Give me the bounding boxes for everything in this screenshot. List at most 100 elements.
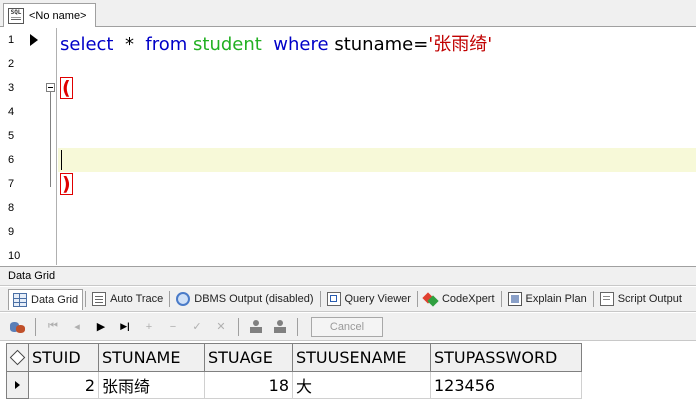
grid-corner-icon bbox=[9, 349, 26, 366]
last-record-button[interactable]: ▶| bbox=[115, 317, 135, 337]
pin-icon bbox=[249, 319, 263, 334]
editor-line-9: 9 bbox=[0, 220, 696, 244]
tab-dbms-output[interactable]: DBMS Output (disabled) bbox=[172, 289, 317, 310]
column-header-stuusename[interactable]: STUUSENAME bbox=[292, 343, 431, 372]
tab-label: Explain Plan bbox=[525, 293, 587, 305]
text-caret bbox=[61, 150, 62, 170]
document-tab-label: <No name> bbox=[29, 9, 87, 22]
prior-record-button[interactable]: ◂ bbox=[67, 317, 87, 337]
toolbar-divider bbox=[35, 317, 36, 336]
editor-line-10: 10 bbox=[0, 244, 696, 265]
insert-icon: + bbox=[145, 320, 153, 333]
delete-record-button[interactable]: − bbox=[163, 317, 183, 337]
connection-button[interactable] bbox=[8, 317, 28, 337]
tab-label: DBMS Output (disabled) bbox=[194, 293, 314, 305]
tab-divider bbox=[85, 291, 87, 307]
editor-line-8: 8 bbox=[0, 196, 696, 220]
grid-corner[interactable] bbox=[6, 343, 29, 372]
line-number: 9 bbox=[8, 226, 15, 238]
tab-divider bbox=[169, 291, 171, 307]
codexpert-icon bbox=[424, 292, 438, 306]
pin-icon bbox=[273, 319, 287, 334]
cell-stupassword[interactable]: 123456 bbox=[430, 371, 582, 399]
column-header-stuage[interactable]: STUAGE bbox=[204, 343, 293, 372]
tab-divider bbox=[592, 291, 594, 307]
editor-line-3: 3 ( bbox=[0, 76, 696, 100]
editor-line-2: 2 bbox=[0, 52, 696, 76]
editor-line-1: 1 select * from student where stuname='张… bbox=[0, 28, 696, 55]
execution-arrow-icon bbox=[30, 34, 38, 46]
explain-plan-icon bbox=[507, 292, 522, 306]
open-paren-highlight: ( bbox=[60, 77, 73, 99]
delete-icon: − bbox=[169, 320, 177, 333]
pin-button[interactable] bbox=[246, 317, 266, 337]
grid-toolbar: ⏮ ◂ ▶ ▶| + − ✓ ✕ Cancel bbox=[0, 313, 696, 341]
line-number: 3 bbox=[8, 82, 15, 94]
checkmark-icon: ✓ bbox=[192, 321, 202, 333]
cell-stuusename[interactable]: 大 bbox=[292, 371, 431, 399]
cell-stuage[interactable]: 18 bbox=[204, 371, 293, 399]
prior-record-icon: ◂ bbox=[74, 321, 80, 333]
line-number: 6 bbox=[8, 154, 15, 166]
editor-line-4: 4 bbox=[0, 100, 696, 124]
script-output-icon bbox=[599, 292, 614, 306]
tab-divider bbox=[416, 291, 418, 307]
tab-auto-trace[interactable]: Auto Trace bbox=[88, 289, 167, 310]
table-row[interactable]: 2 张雨绮 18 大 123456 bbox=[6, 371, 582, 399]
grid-header-row: STUID STUNAME STUAGE STUUSENAME STUPASSW… bbox=[6, 343, 582, 372]
toolbar-divider bbox=[297, 317, 298, 336]
tab-codexpert[interactable]: CodeXpert bbox=[420, 289, 499, 310]
editor-line-7: 7 ) bbox=[0, 172, 696, 196]
tab-query-viewer[interactable]: Query Viewer bbox=[323, 289, 415, 310]
current-row-arrow-icon bbox=[15, 381, 20, 389]
tab-label: Script Output bbox=[617, 293, 682, 305]
result-grid-area: STUID STUNAME STUAGE STUUSENAME STUPASSW… bbox=[0, 342, 696, 420]
row-indicator[interactable] bbox=[6, 371, 29, 399]
column-header-stuid[interactable]: STUID bbox=[28, 343, 99, 372]
unpin-button[interactable] bbox=[270, 317, 290, 337]
data-grid-icon bbox=[13, 292, 27, 307]
editor-line-6: 6 bbox=[0, 148, 696, 172]
close-icon: ✕ bbox=[216, 321, 226, 333]
next-record-button[interactable]: ▶ bbox=[91, 317, 111, 337]
connection-icon bbox=[9, 320, 27, 334]
cancel-edit-button[interactable]: ✕ bbox=[211, 317, 231, 337]
line-number: 2 bbox=[8, 58, 15, 70]
last-record-icon: ▶| bbox=[120, 321, 130, 331]
cancel-button[interactable]: Cancel bbox=[311, 316, 383, 337]
line-number: 4 bbox=[8, 106, 15, 118]
insert-record-button[interactable]: + bbox=[139, 317, 159, 337]
first-record-button[interactable]: ⏮ bbox=[43, 317, 63, 337]
tab-divider bbox=[319, 291, 321, 307]
document-tab[interactable]: SQL <No name> bbox=[3, 3, 96, 27]
cell-stuname[interactable]: 张雨绮 bbox=[98, 371, 205, 399]
line-number: 1 bbox=[8, 34, 15, 46]
first-record-icon: ⏮ bbox=[48, 320, 58, 332]
dbms-output-icon bbox=[176, 292, 191, 306]
result-tabs: Data Grid Auto Trace DBMS Output (disabl… bbox=[0, 287, 696, 312]
play-icon: ▶ bbox=[96, 321, 106, 333]
fold-collapse-icon[interactable] bbox=[46, 83, 55, 92]
line-number: 5 bbox=[8, 130, 15, 142]
column-header-stupassword[interactable]: STUPASSWORD bbox=[430, 343, 582, 372]
query-viewer-icon bbox=[326, 292, 341, 306]
tab-explain-plan[interactable]: Explain Plan bbox=[504, 289, 591, 310]
tab-label: CodeXpert bbox=[441, 293, 495, 305]
line-number: 10 bbox=[8, 250, 21, 262]
line-number: 8 bbox=[8, 202, 15, 214]
close-paren-highlight: ) bbox=[60, 173, 73, 195]
cell-stuid[interactable]: 2 bbox=[28, 371, 99, 399]
tab-label: Auto Trace bbox=[110, 293, 164, 305]
document-tab-strip: SQL <No name> bbox=[0, 0, 696, 27]
tab-script-output[interactable]: Script Output bbox=[596, 289, 686, 310]
toolbar-divider bbox=[238, 317, 239, 336]
column-header-stuname[interactable]: STUNAME bbox=[98, 343, 205, 372]
line-number: 7 bbox=[8, 178, 15, 190]
sql-editor[interactable]: 1 select * from student where stuname='张… bbox=[0, 28, 696, 265]
post-edit-button[interactable]: ✓ bbox=[187, 317, 207, 337]
auto-trace-icon bbox=[92, 292, 107, 306]
tab-data-grid[interactable]: Data Grid bbox=[8, 288, 84, 310]
editor-line-5: 5 bbox=[0, 124, 696, 148]
tab-divider bbox=[500, 291, 502, 307]
tab-label: Query Viewer bbox=[344, 293, 411, 305]
